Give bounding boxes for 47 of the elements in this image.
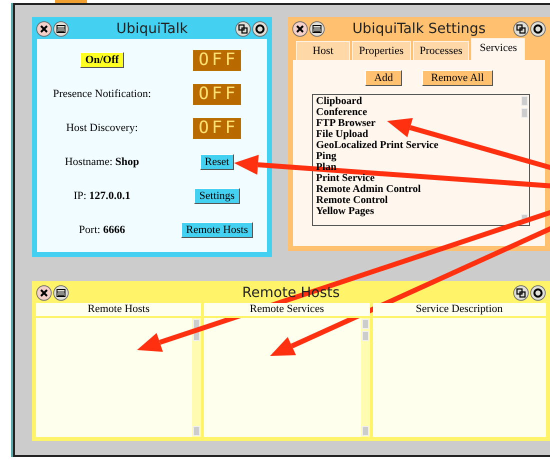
status-display: OFF bbox=[192, 84, 242, 104]
status-display: OFF bbox=[192, 50, 242, 70]
status-display: OFF bbox=[192, 118, 242, 138]
window-menu-icon[interactable] bbox=[309, 21, 325, 37]
close-icon[interactable] bbox=[36, 285, 52, 301]
status-label: Presence Notification: bbox=[52, 88, 152, 100]
maximize-icon[interactable] bbox=[530, 285, 546, 301]
window-title: UbiquiTalk Settings bbox=[352, 21, 486, 37]
action-button[interactable]: Remote Hosts bbox=[180, 222, 254, 238]
scrollbar[interactable] bbox=[360, 318, 370, 437]
action-button[interactable]: Remove All bbox=[422, 70, 493, 86]
scrollbar[interactable] bbox=[192, 318, 202, 437]
action-button[interactable]: Reset bbox=[200, 154, 234, 170]
restore-icon[interactable] bbox=[512, 21, 529, 37]
list-item[interactable]: FTP Browser bbox=[316, 118, 376, 129]
column-header: Remote Services bbox=[204, 303, 370, 318]
tab[interactable]: Processes bbox=[412, 41, 470, 60]
list-item[interactable]: Print Service bbox=[316, 173, 375, 184]
status-label: Host Discovery: bbox=[66, 122, 138, 134]
close-icon[interactable] bbox=[36, 21, 52, 37]
info-label: Port: 6666 bbox=[78, 224, 126, 236]
list-item[interactable]: Ping bbox=[316, 151, 336, 162]
list-item[interactable]: GeoLocalized Print Service bbox=[316, 140, 438, 151]
info-label: Hostname: Shop bbox=[64, 156, 140, 168]
tab[interactable]: Properties bbox=[352, 41, 411, 60]
window-menu-icon[interactable] bbox=[53, 21, 69, 37]
info-label: IP: 127.0.0.1 bbox=[74, 190, 130, 202]
action-button[interactable]: Settings bbox=[194, 188, 240, 204]
maximize-icon[interactable] bbox=[530, 21, 546, 37]
list-item[interactable]: Remote Admin Control bbox=[316, 184, 421, 195]
window-title: UbiquiTalk bbox=[116, 21, 188, 37]
action-button[interactable]: Add bbox=[365, 70, 402, 86]
list-item[interactable]: Conference bbox=[316, 107, 368, 118]
column-header: Remote Hosts bbox=[36, 303, 202, 318]
tab[interactable]: Services bbox=[471, 38, 526, 60]
maximize-icon[interactable] bbox=[252, 21, 268, 37]
on-off-button[interactable]: On/Off bbox=[80, 52, 124, 68]
close-icon[interactable] bbox=[292, 21, 308, 37]
column-header: Service Description bbox=[372, 303, 546, 318]
list-item[interactable]: Yellow Pages bbox=[316, 206, 374, 217]
list-item[interactable]: File Upload bbox=[316, 129, 368, 140]
tab[interactable]: Host bbox=[296, 41, 350, 60]
list-item[interactable]: Clipboard bbox=[316, 96, 362, 107]
list-item[interactable]: Remote Control bbox=[316, 195, 388, 206]
restore-icon[interactable] bbox=[234, 21, 251, 37]
window-menu-icon[interactable] bbox=[53, 285, 69, 301]
restore-icon[interactable] bbox=[512, 285, 529, 301]
